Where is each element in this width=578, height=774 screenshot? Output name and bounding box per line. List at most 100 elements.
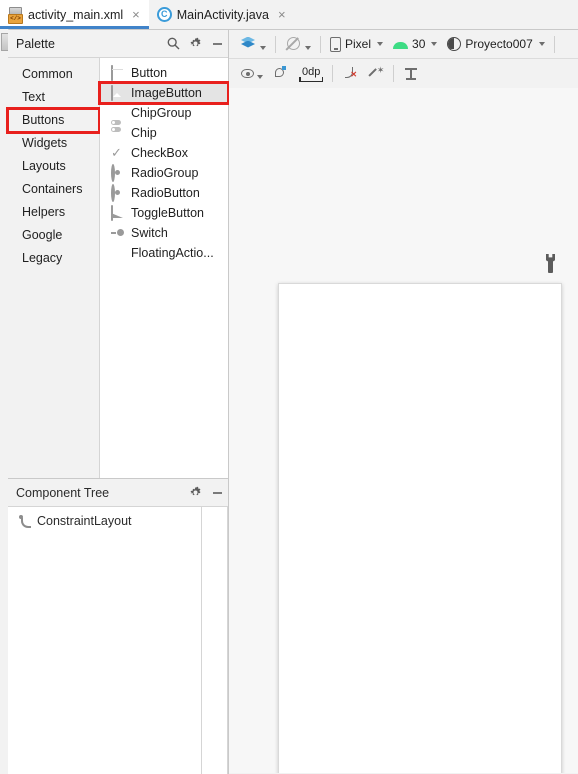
button-icon — [111, 65, 125, 81]
palette-item-label: RadioButton — [131, 186, 200, 200]
design-editor: Pixel 30 Proyecto007 0dp — [229, 30, 578, 773]
chip-group-icon — [111, 106, 125, 132]
design-toolbar-row-2: 0dp — [229, 59, 578, 89]
component-tree-header: Component Tree — [8, 479, 228, 507]
default-margin-button[interactable]: 0dp — [294, 62, 328, 86]
infer-constraints-button[interactable] — [363, 62, 389, 86]
palette-category-list: Common Text Buttons Widgets Layouts Cont… — [6, 58, 101, 478]
device-selector[interactable]: Pixel — [325, 32, 388, 56]
palette-item-label: ToggleButton — [131, 206, 204, 220]
gear-icon[interactable] — [184, 33, 206, 55]
margin-icon: 0dp — [299, 66, 324, 82]
component-tree-title: Component Tree — [16, 485, 110, 500]
palette-item-chipgroup[interactable]: ChipGroup — [100, 103, 228, 132]
component-tree-panel: Component Tree ConstraintLayout — [8, 478, 229, 774]
view-options-button[interactable] — [235, 62, 268, 86]
palette-category-google[interactable]: Google — [8, 224, 99, 247]
wrench-icon[interactable] — [543, 254, 559, 274]
toolbar-separator — [393, 65, 395, 82]
close-icon[interactable]: × — [278, 8, 286, 21]
category-label: Layouts — [22, 159, 66, 173]
magnet-icon — [273, 66, 289, 81]
blueprint-icon — [285, 36, 304, 53]
minimize-icon[interactable] — [206, 482, 228, 504]
checkbox-icon: ✓ — [111, 145, 122, 160]
minimize-icon[interactable] — [206, 33, 228, 55]
design-canvas[interactable] — [229, 88, 578, 773]
toggle-button-icon — [111, 205, 125, 221]
palette-panel: Palette Common Text Buttons Widgets Layo… — [6, 30, 230, 478]
api-level-selector[interactable]: 30 — [388, 32, 442, 56]
eye-icon — [240, 67, 256, 81]
constraint-layout-icon — [17, 514, 31, 528]
category-label: Common — [22, 67, 73, 81]
category-label: Text — [22, 90, 45, 104]
device-screen[interactable] — [278, 283, 562, 773]
palette-item-label: ImageButton — [131, 86, 202, 100]
palette-title: Palette — [16, 36, 55, 51]
palette-item-radiogroup[interactable]: RadioGroup — [100, 163, 228, 183]
palette-category-layouts[interactable]: Layouts — [8, 155, 99, 178]
tree-node-constraintlayout[interactable]: ConstraintLayout — [8, 507, 201, 532]
category-label: Widgets — [22, 136, 68, 150]
palette-item-switch[interactable]: Switch — [100, 223, 228, 243]
palette-category-widgets[interactable]: Widgets — [8, 132, 99, 155]
category-label: Buttons — [22, 113, 65, 127]
palette-item-label: Chip — [131, 126, 157, 140]
chevron-down-icon — [305, 45, 311, 50]
blueprint-mode-button[interactable] — [280, 32, 316, 56]
device-icon — [330, 36, 341, 52]
radio-group-icon — [111, 164, 125, 182]
palette-item-label: CheckBox — [131, 146, 188, 160]
toolbar-separator — [332, 65, 334, 82]
palette-category-legacy[interactable]: Legacy — [8, 247, 99, 270]
api-level-label: 30 — [412, 37, 426, 51]
palette-item-label: Switch — [131, 226, 168, 240]
category-label: Helpers — [22, 205, 66, 219]
palette-item-chip[interactable]: Chip — [100, 123, 228, 143]
chevron-down-icon — [377, 42, 384, 46]
guidelines-button[interactable] — [398, 62, 424, 86]
palette-category-buttons[interactable]: Buttons — [6, 107, 101, 134]
theme-selector[interactable]: Proyecto007 — [442, 32, 549, 56]
gear-icon[interactable] — [184, 482, 206, 504]
switch-icon — [111, 226, 125, 240]
chevron-down-icon — [538, 42, 545, 46]
palette-category-text[interactable]: Text — [8, 86, 99, 109]
autoconnect-button[interactable] — [268, 62, 294, 86]
toolbar-separator — [320, 35, 321, 53]
palette-category-common[interactable]: Common — [8, 63, 99, 86]
palette-item-button[interactable]: Button — [100, 63, 228, 83]
tree-node-label: ConstraintLayout — [37, 514, 132, 528]
tab-label: MainActivity.java — [176, 7, 269, 22]
palette-item-togglebutton[interactable]: ToggleButton — [100, 203, 228, 223]
palette-category-helpers[interactable]: Helpers — [8, 201, 99, 224]
chip-icon — [111, 126, 125, 140]
category-label: Google — [22, 228, 63, 242]
floating-action-button-icon — [111, 246, 125, 260]
palette-item-checkbox[interactable]: ✓ CheckBox — [100, 143, 228, 163]
clear-constraints-button[interactable] — [337, 62, 363, 86]
palette-item-list: Button ImageButton ChipGroup Chip ✓ Chec… — [98, 58, 230, 478]
chevron-down-icon — [431, 42, 438, 46]
palette-item-floatingactionbutton[interactable]: FloatingActio... — [100, 243, 228, 263]
xml-layout-icon: </> — [8, 7, 23, 24]
palette-body: Common Text Buttons Widgets Layouts Cont… — [6, 58, 230, 478]
design-mode-button[interactable] — [235, 32, 271, 56]
close-icon[interactable]: × — [132, 8, 140, 21]
palette-item-radiobutton[interactable]: RadioButton — [100, 183, 228, 203]
toolbar-separator — [553, 35, 555, 53]
category-label: Containers — [22, 182, 83, 196]
device-label: Pixel — [345, 37, 372, 51]
tab-main-activity-java[interactable]: C MainActivity.java × — [149, 0, 295, 29]
theme-icon — [447, 37, 462, 51]
category-label: Legacy — [22, 251, 63, 265]
tab-label: activity_main.xml — [28, 7, 124, 22]
component-tree-body: ConstraintLayout — [8, 507, 228, 774]
clear-constraints-icon — [342, 66, 358, 81]
palette-item-imagebutton[interactable]: ImageButton — [98, 81, 230, 105]
tab-activity-main-xml[interactable]: </> activity_main.xml × — [0, 0, 149, 29]
palette-category-containers[interactable]: Containers — [8, 178, 99, 201]
palette-header: Palette — [8, 30, 228, 58]
search-icon[interactable] — [162, 33, 184, 55]
